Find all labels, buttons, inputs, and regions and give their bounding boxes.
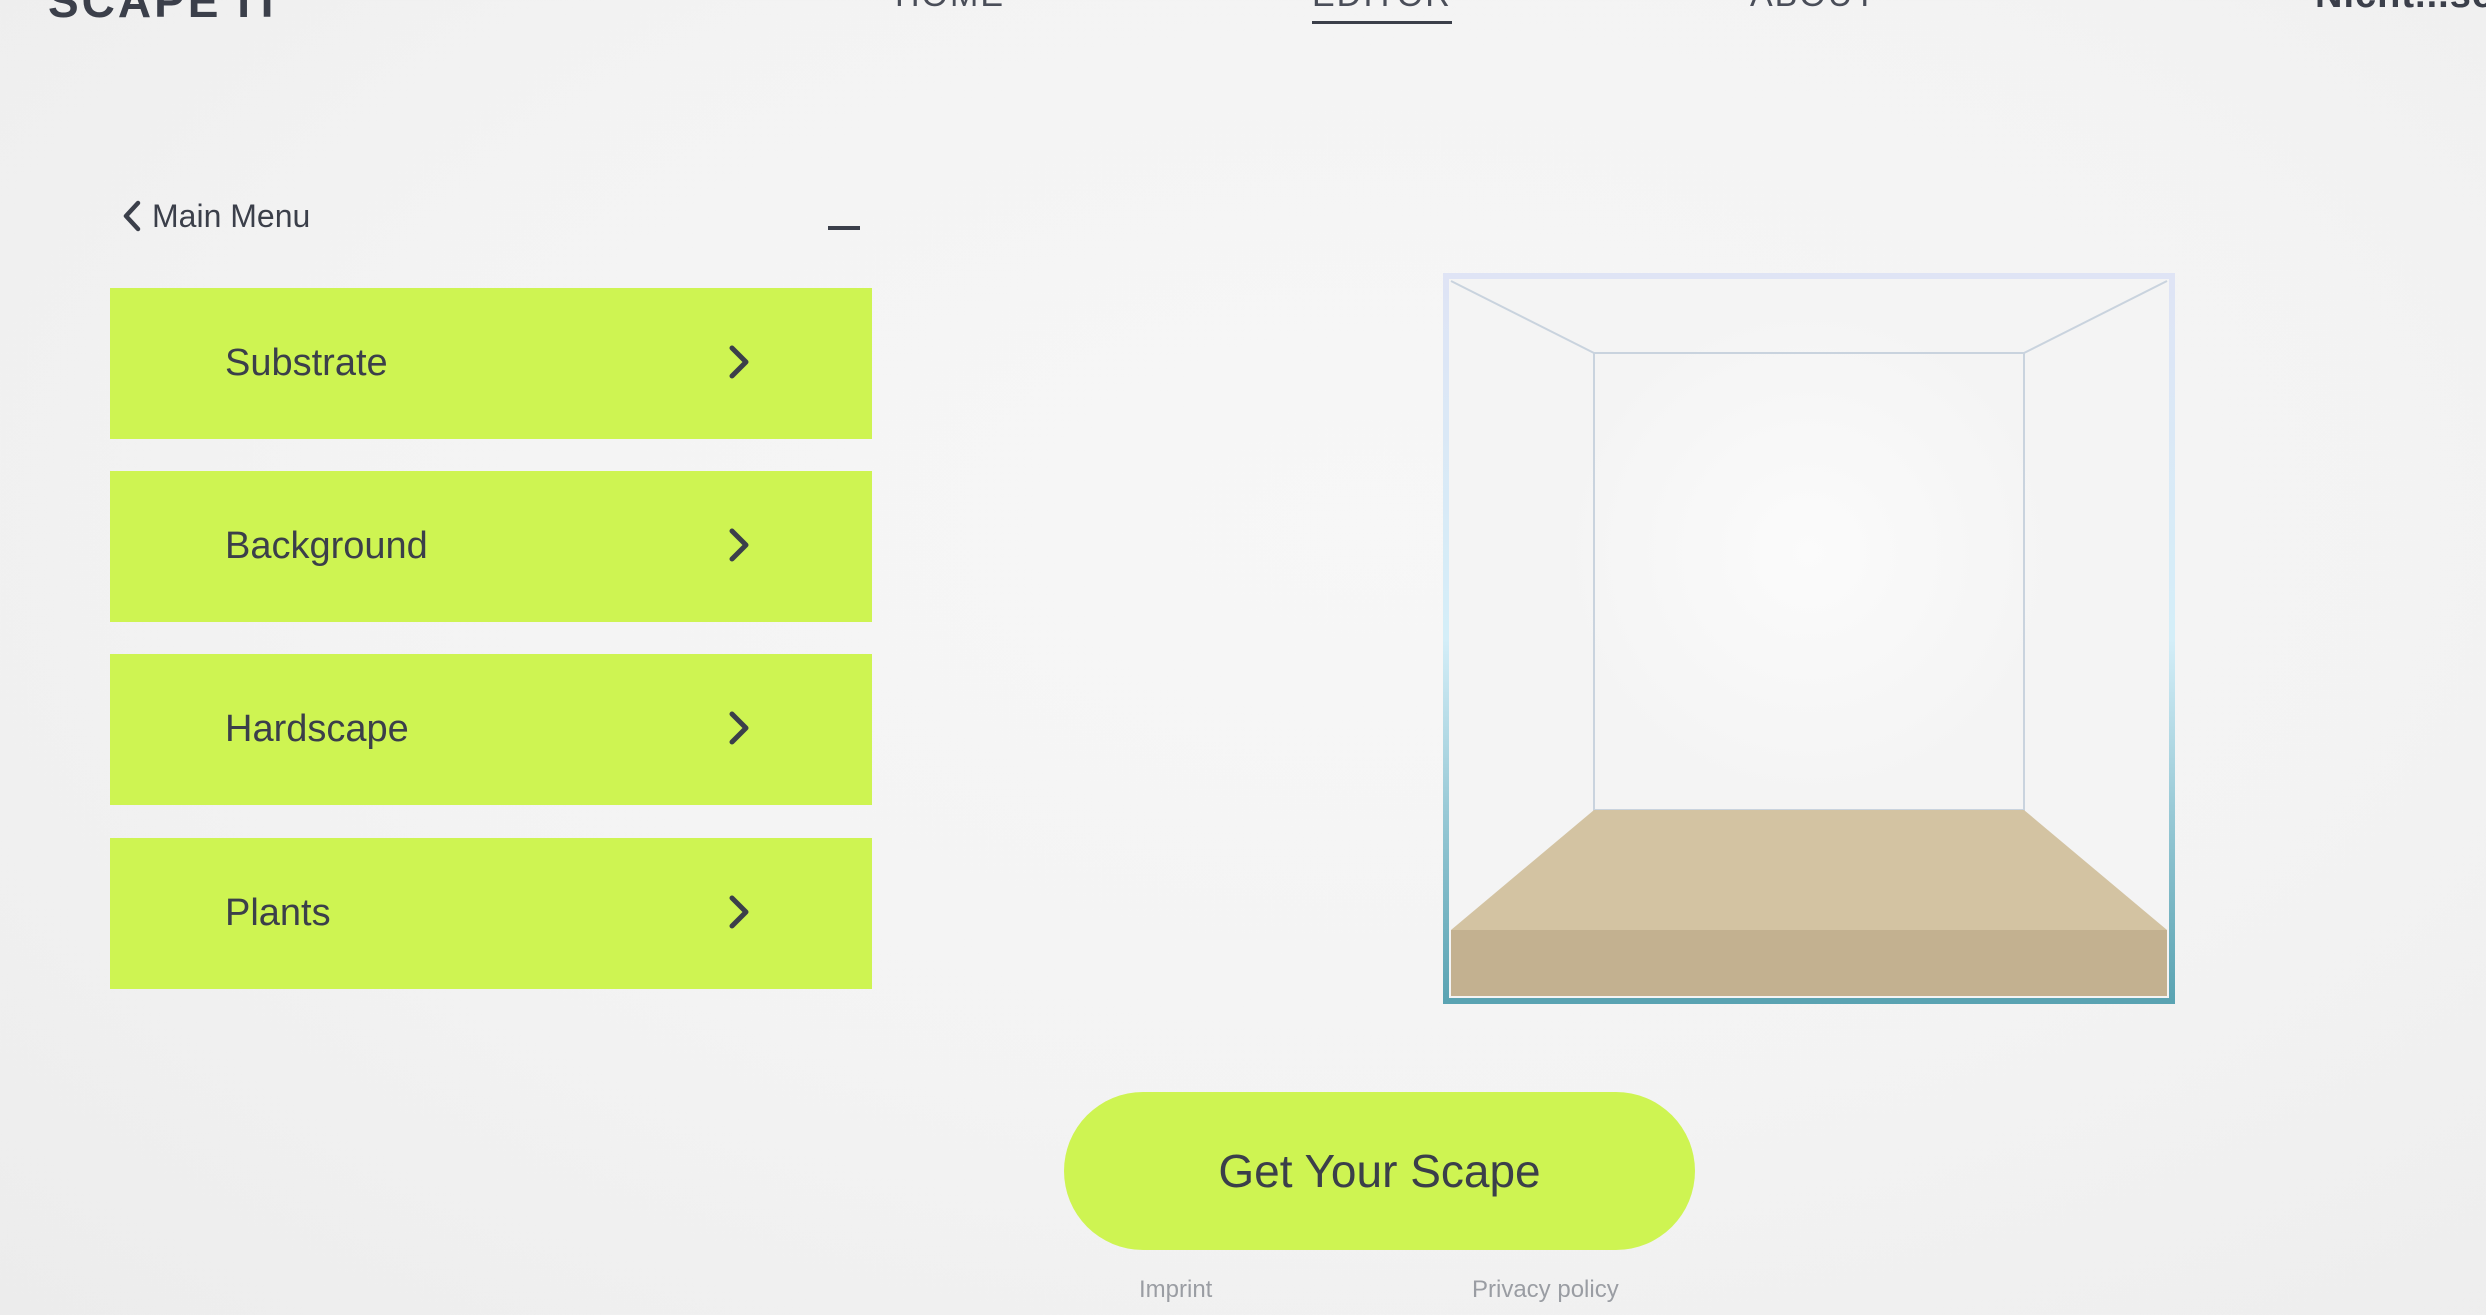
chevron-right-icon — [726, 710, 752, 746]
chevron-right-icon — [726, 344, 752, 380]
get-your-scape-button[interactable]: Get Your Scape — [1064, 1092, 1695, 1250]
privacy-policy-link[interactable]: Privacy policy — [1472, 1276, 1619, 1304]
chevron-left-icon — [122, 196, 152, 236]
nav-editor-link[interactable]: EDITOR — [1312, 0, 1452, 24]
main-menu-label: Main Menu — [152, 197, 311, 234]
menu-item-label: Plants — [225, 892, 331, 934]
nav-right-label[interactable]: Nicht...se — [2315, 0, 2486, 17]
menu-item-label: Substrate — [225, 342, 388, 384]
menu-item-substrate[interactable]: Substrate — [110, 288, 872, 439]
menu-item-plants[interactable]: Plants — [110, 838, 872, 989]
aquarium-preview[interactable] — [1443, 273, 2175, 1004]
nav-home-link[interactable]: HOME — [895, 0, 1005, 15]
menu-item-label: Background — [225, 525, 428, 567]
substrate-front — [1451, 930, 2167, 996]
menu-item-label: Hardscape — [225, 708, 409, 750]
chevron-right-icon — [726, 527, 752, 563]
logo[interactable]: SCAPE IT — [48, 0, 284, 28]
chevron-right-icon — [726, 894, 752, 930]
main-menu-back-button[interactable]: Main Menu — [122, 196, 310, 236]
menu-item-hardscape[interactable]: Hardscape — [110, 654, 872, 805]
menu-item-background[interactable]: Background — [110, 471, 872, 622]
nav-about-link[interactable]: ABOUT — [1750, 0, 1877, 15]
imprint-link[interactable]: Imprint — [1139, 1276, 1212, 1304]
minimize-icon[interactable] — [826, 216, 862, 236]
